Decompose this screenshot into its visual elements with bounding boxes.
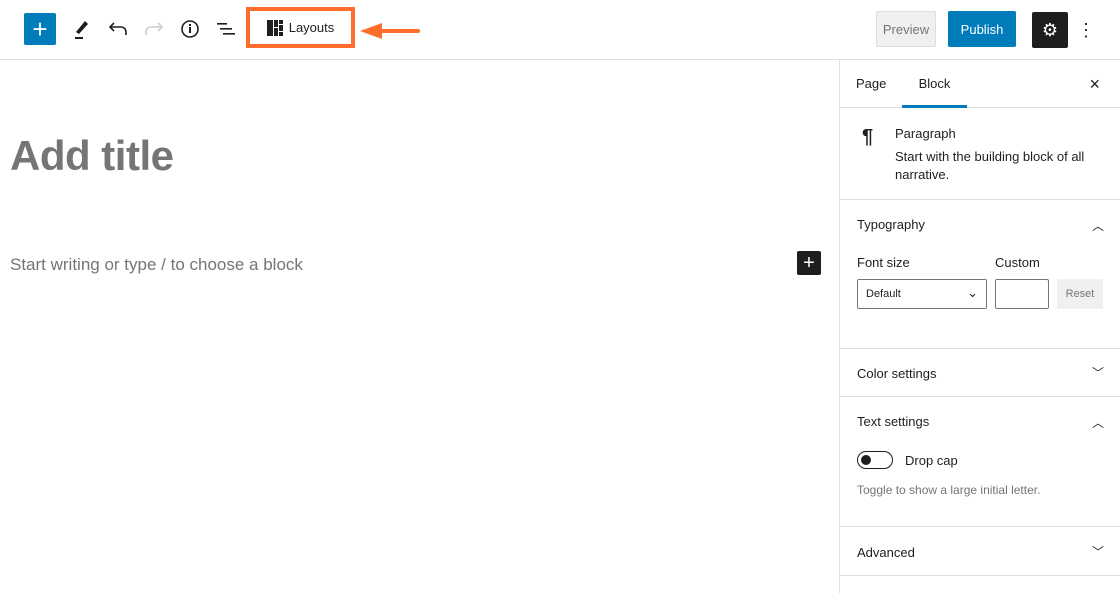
drop-cap-toggle[interactable]: [857, 451, 893, 469]
color-settings-header[interactable]: Color settings: [857, 366, 936, 381]
post-title-input[interactable]: Add title: [10, 132, 174, 180]
drop-cap-help: Toggle to show a large initial letter.: [857, 483, 1041, 497]
top-toolbar: + Layouts Preview Publish ⚙ ⋮: [0, 0, 1120, 60]
chevron-down-icon[interactable]: ﹀: [1092, 543, 1104, 560]
tab-block[interactable]: Block: [902, 60, 967, 108]
more-options-icon[interactable]: ⋮: [1076, 12, 1096, 48]
reset-button[interactable]: Reset: [1057, 279, 1103, 309]
layouts-label: Layouts: [288, 20, 335, 35]
paragraph-icon: ¶: [862, 126, 874, 148]
arrow-annotation-icon: [360, 23, 420, 39]
block-description: Start with the building block of all nar…: [895, 149, 1085, 182]
settings-sidebar: Page Block × ¶ Paragraph Start with the …: [839, 60, 1120, 593]
font-size-select[interactable]: Default ⌄: [857, 279, 987, 309]
edit-pencil-icon[interactable]: [70, 14, 94, 44]
drop-cap-label: Drop cap: [905, 453, 958, 468]
undo-icon[interactable]: [106, 14, 130, 44]
info-icon[interactable]: [178, 14, 202, 44]
chevron-up-icon[interactable]: ︿: [1092, 414, 1104, 431]
text-settings-header[interactable]: Text settings: [857, 414, 929, 429]
close-sidebar-icon[interactable]: ×: [1089, 60, 1100, 108]
layouts-icon: [266, 19, 283, 36]
custom-label: Custom: [995, 255, 1040, 270]
chevron-up-icon[interactable]: ︿: [1092, 217, 1104, 234]
add-block-button[interactable]: +: [24, 13, 56, 45]
chevron-down-icon: ⌄: [967, 285, 978, 300]
inline-add-block-button[interactable]: +: [797, 251, 821, 275]
editor-canvas: Add title Start writing or type / to cho…: [0, 60, 839, 593]
tab-page[interactable]: Page: [856, 60, 886, 108]
list-view-icon[interactable]: [214, 14, 238, 44]
custom-size-input[interactable]: [995, 279, 1049, 309]
typography-header[interactable]: Typography: [857, 217, 925, 232]
chevron-down-icon[interactable]: ﹀: [1092, 364, 1104, 381]
settings-gear-icon[interactable]: ⚙: [1032, 12, 1068, 48]
advanced-header[interactable]: Advanced: [857, 545, 915, 560]
layouts-button[interactable]: Layouts: [246, 7, 355, 48]
block-name: Paragraph: [895, 126, 956, 141]
block-placeholder[interactable]: Start writing or type / to choose a bloc…: [10, 255, 303, 275]
preview-button[interactable]: Preview: [876, 11, 936, 47]
font-size-label: Font size: [857, 255, 910, 270]
publish-button[interactable]: Publish: [948, 11, 1016, 47]
font-size-value: Default: [866, 288, 901, 300]
redo-icon[interactable]: [142, 14, 166, 44]
